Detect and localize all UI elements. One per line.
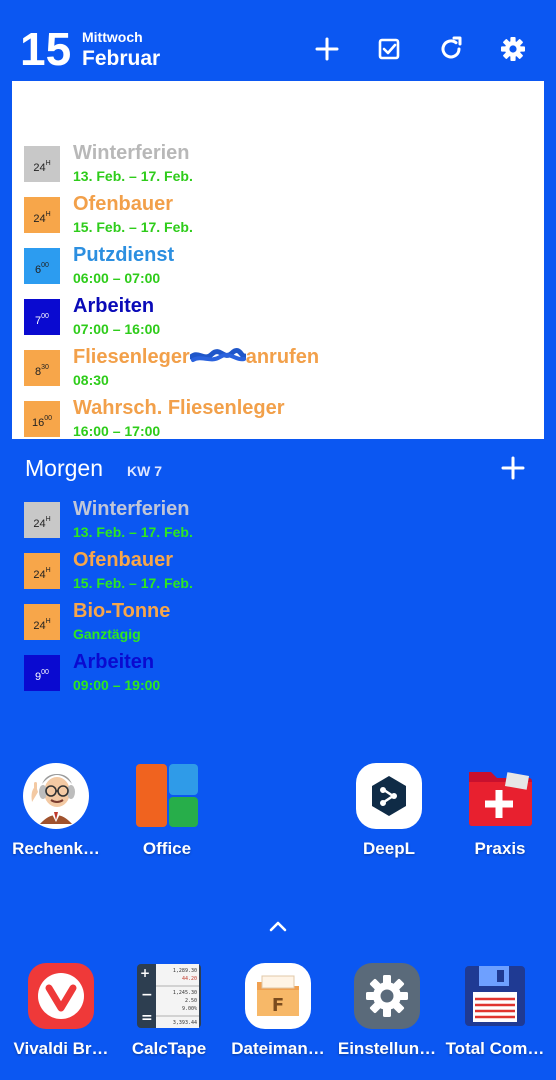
refresh-icon[interactable] bbox=[435, 33, 467, 65]
tasks-checkbox-icon[interactable] bbox=[373, 33, 405, 65]
app-drawer-chevron-up-icon[interactable] bbox=[266, 914, 290, 938]
svg-text:44.20: 44.20 bbox=[182, 976, 197, 982]
event-title: Putzdienst bbox=[73, 244, 175, 266]
event-time-badge: 24H bbox=[24, 502, 60, 538]
svg-text:1,245.30: 1,245.30 bbox=[173, 990, 197, 996]
event-item[interactable]: 24H Winterferien 13. Feb. – 17. Feb. bbox=[12, 142, 544, 189]
event-time: Ganztägig bbox=[73, 626, 141, 642]
event-time: 06:00 – 07:00 bbox=[73, 270, 161, 286]
app-deepl[interactable]: DeepL bbox=[334, 762, 444, 859]
app-label: Office bbox=[142, 839, 192, 858]
event-time-badge: 24H bbox=[24, 146, 60, 182]
svg-text:9.00%: 9.00% bbox=[182, 1006, 197, 1012]
event-time-badge: 24H bbox=[24, 197, 60, 233]
redaction-scribble bbox=[189, 347, 246, 365]
today-events-panel[interactable]: 24H Winterferien 13. Feb. – 17. Feb. 24H… bbox=[12, 81, 544, 439]
month-label: Februar bbox=[82, 47, 161, 70]
event-time-badge: 600 bbox=[24, 248, 60, 284]
event-time-badge: 900 bbox=[24, 655, 60, 691]
event-time: 15. Feb. – 17. Feb. bbox=[73, 219, 193, 235]
dock-app-total-commander[interactable]: Total Com… bbox=[440, 962, 550, 1059]
svg-text:+: + bbox=[140, 966, 150, 980]
tomorrow-event-item[interactable]: 24H Ofenbauer 15. Feb. – 17. Feb. bbox=[12, 549, 544, 596]
svg-text:−: − bbox=[141, 987, 153, 1003]
floppy-disk-icon bbox=[461, 962, 529, 1030]
app-office[interactable]: Office bbox=[112, 762, 222, 859]
app-label: Einstellun… bbox=[337, 1039, 437, 1058]
event-item[interactable]: 700 Arbeiten 07:00 – 16:00 bbox=[12, 295, 544, 342]
event-time: 13. Feb. – 17. Feb. bbox=[73, 168, 193, 184]
event-item[interactable]: 830 Fliesenleger anrufen 08:30 bbox=[12, 346, 544, 393]
event-title: Arbeiten bbox=[73, 651, 155, 673]
settings-gear-icon[interactable] bbox=[497, 33, 529, 65]
add-event-tomorrow-icon[interactable] bbox=[498, 453, 528, 483]
svg-text:F: F bbox=[272, 995, 284, 1016]
event-title: Bio-Tonne bbox=[73, 600, 171, 622]
vivaldi-icon bbox=[27, 962, 95, 1030]
app-label: Dateiman… bbox=[231, 1039, 325, 1058]
day-number[interactable]: 15 bbox=[20, 24, 71, 74]
app-label: Rechenk… bbox=[12, 839, 100, 858]
tomorrow-heading: Morgen bbox=[25, 455, 103, 481]
app-rechenkoenig[interactable]: Rechenk… bbox=[1, 762, 111, 859]
app-label: Praxis bbox=[474, 839, 526, 858]
event-title: Ofenbauer bbox=[73, 193, 174, 215]
svg-text:2.50: 2.50 bbox=[185, 998, 197, 1004]
event-item[interactable]: 24H Ofenbauer 15. Feb. – 17. Feb. bbox=[12, 193, 544, 240]
dock-app-calctape[interactable]: + − = 1,289.30 44.20 1,245.30 2.50 9.00%… bbox=[114, 962, 224, 1059]
event-title: Wahrsch. Fliesenleger bbox=[73, 397, 285, 419]
event-title: Ofenbauer bbox=[73, 549, 174, 571]
app-label: CalcTape bbox=[131, 1039, 207, 1058]
event-title: Fliesenleger anrufen bbox=[73, 346, 320, 368]
event-time-badge: 24H bbox=[24, 604, 60, 640]
weekday-label: Mittwoch bbox=[82, 29, 143, 45]
office-icon bbox=[133, 762, 201, 830]
svg-text:1,289.30: 1,289.30 bbox=[173, 968, 197, 974]
app-label: DeepL bbox=[363, 839, 415, 858]
deepl-icon bbox=[355, 762, 423, 830]
calctape-icon: + − = 1,289.30 44.20 1,245.30 2.50 9.00%… bbox=[135, 962, 203, 1030]
event-time-badge: 700 bbox=[24, 299, 60, 335]
event-time: 16:00 – 17:00 bbox=[73, 423, 161, 439]
dock-app-vivaldi[interactable]: Vivaldi Br… bbox=[6, 962, 116, 1059]
praxis-folder-icon bbox=[466, 762, 534, 830]
dock-app-file-manager[interactable]: F Dateiman… bbox=[223, 962, 333, 1059]
calendar-widget-header: 15 Mittwoch Februar bbox=[0, 0, 556, 80]
tomorrow-event-item[interactable]: 900 Arbeiten 09:00 – 19:00 bbox=[12, 651, 544, 698]
settings-gear-icon bbox=[353, 962, 421, 1030]
app-label: Vivaldi Br… bbox=[13, 1039, 109, 1058]
event-title: Winterferien bbox=[73, 142, 190, 164]
event-time: 09:00 – 19:00 bbox=[73, 677, 161, 693]
week-number-label: KW 7 bbox=[127, 463, 162, 479]
event-title: Winterferien bbox=[73, 498, 190, 520]
event-time: 07:00 – 16:00 bbox=[73, 321, 161, 337]
event-time: 13. Feb. – 17. Feb. bbox=[73, 524, 193, 540]
dock-app-settings[interactable]: Einstellun… bbox=[332, 962, 442, 1059]
event-time-badge: 24H bbox=[24, 553, 60, 589]
event-time: 15. Feb. – 17. Feb. bbox=[73, 575, 193, 591]
add-event-icon[interactable] bbox=[311, 33, 343, 65]
app-label: Total Com… bbox=[445, 1039, 545, 1058]
tomorrow-event-item[interactable]: 24H Bio-Tonne Ganztägig bbox=[12, 600, 544, 647]
event-title: Arbeiten bbox=[73, 295, 155, 317]
event-time: 08:30 bbox=[73, 372, 109, 388]
tomorrow-event-item[interactable]: 24H Winterferien 13. Feb. – 17. Feb. bbox=[12, 498, 544, 545]
svg-text:3,393.44: 3,393.44 bbox=[173, 1020, 197, 1026]
app-praxis[interactable]: Praxis bbox=[445, 762, 555, 859]
file-manager-icon: F bbox=[244, 962, 312, 1030]
event-time-badge: 1600 bbox=[24, 401, 60, 437]
professor-icon bbox=[22, 762, 90, 830]
event-item[interactable]: 1600 Wahrsch. Fliesenleger 16:00 – 17:00 bbox=[12, 397, 544, 439]
svg-text:=: = bbox=[141, 1010, 153, 1026]
event-item[interactable]: 600 Putzdienst 06:00 – 07:00 bbox=[12, 244, 544, 291]
event-time-badge: 830 bbox=[24, 350, 60, 386]
